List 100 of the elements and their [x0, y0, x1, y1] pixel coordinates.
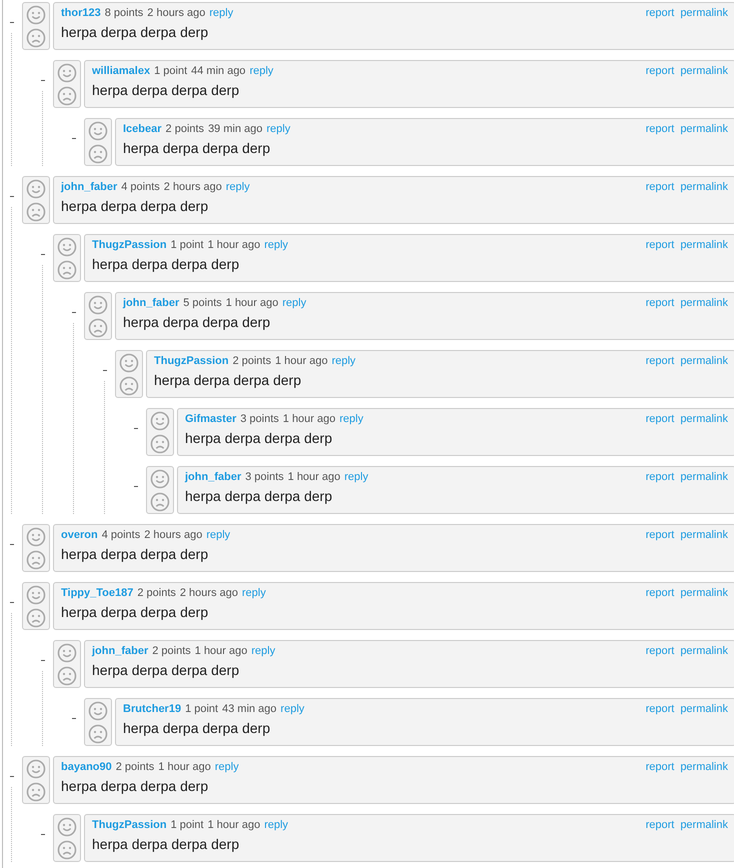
author-link[interactable]: thor123: [61, 7, 101, 19]
reply-link[interactable]: reply: [214, 761, 239, 773]
smiley-icon[interactable]: [119, 352, 139, 372]
frown-icon[interactable]: [57, 260, 77, 280]
author-link[interactable]: john_faber: [61, 181, 118, 193]
report-link[interactable]: report: [646, 239, 674, 251]
comment-text: herpa derpa derpa derp: [61, 604, 210, 620]
smiley-icon[interactable]: [26, 584, 46, 604]
author-link[interactable]: Gifmaster: [185, 413, 236, 425]
reply-link[interactable]: reply: [340, 413, 364, 425]
report-link[interactable]: report: [646, 819, 674, 831]
author-link[interactable]: ThugzPassion: [92, 239, 167, 251]
smiley-icon[interactable]: [88, 294, 108, 314]
report-link[interactable]: report: [646, 181, 674, 193]
time-label: 2 hours ago: [164, 181, 222, 193]
report-link[interactable]: report: [646, 529, 674, 541]
smiley-icon[interactable]: [57, 236, 77, 256]
author-link[interactable]: Brutcher19: [123, 703, 182, 715]
permalink-link[interactable]: permalink: [680, 703, 728, 715]
frown-icon[interactable]: [57, 840, 77, 860]
smiley-icon[interactable]: [88, 120, 108, 140]
frown-icon[interactable]: [150, 492, 170, 512]
frown-icon[interactable]: [88, 724, 108, 744]
permalink-link[interactable]: permalink: [680, 7, 728, 19]
author-link[interactable]: Icebear: [123, 123, 162, 135]
reply-link[interactable]: reply: [282, 297, 306, 309]
permalink-link[interactable]: permalink: [680, 587, 728, 599]
reply-link[interactable]: reply: [242, 587, 266, 599]
frown-icon[interactable]: [26, 202, 46, 222]
frown-icon[interactable]: [26, 28, 46, 48]
permalink-link[interactable]: permalink: [680, 413, 728, 425]
frown-icon[interactable]: [57, 86, 77, 106]
author-link[interactable]: williamalex: [92, 65, 150, 77]
reply-link[interactable]: reply: [251, 645, 276, 657]
smiley-icon[interactable]: [26, 4, 46, 24]
author-link[interactable]: overon: [61, 529, 98, 541]
reply-link[interactable]: reply: [226, 181, 250, 193]
permalink-link[interactable]: permalink: [680, 355, 728, 367]
report-link[interactable]: report: [646, 703, 674, 715]
smiley-icon[interactable]: [57, 816, 77, 836]
permalink-link[interactable]: permalink: [680, 819, 728, 831]
time-label: 1 hour ago: [208, 819, 260, 831]
smiley-icon[interactable]: [57, 62, 77, 82]
frown-icon[interactable]: [26, 782, 46, 802]
time-label: 2 hours ago: [147, 7, 206, 19]
smiley-icon[interactable]: [26, 758, 46, 778]
report-link[interactable]: report: [646, 7, 674, 19]
frown-icon[interactable]: [26, 550, 46, 570]
reply-link[interactable]: reply: [264, 819, 288, 831]
comment-text: herpa derpa derpa derp: [185, 488, 334, 504]
smiley-icon[interactable]: [150, 410, 170, 430]
permalink-link[interactable]: permalink: [680, 645, 728, 657]
points-label: 2 points: [232, 355, 272, 367]
frown-icon[interactable]: [57, 666, 77, 686]
reply-link[interactable]: reply: [206, 529, 230, 541]
reply-link[interactable]: reply: [344, 471, 368, 483]
report-link[interactable]: report: [646, 297, 674, 309]
permalink-link[interactable]: permalink: [680, 297, 728, 309]
permalink-link[interactable]: permalink: [680, 471, 728, 483]
permalink-link[interactable]: permalink: [680, 529, 728, 541]
author-link[interactable]: ThugzPassion: [92, 819, 167, 831]
reply-link[interactable]: reply: [266, 123, 290, 135]
smiley-icon[interactable]: [57, 642, 77, 662]
reply-link[interactable]: reply: [332, 355, 356, 367]
points-label: 4 points: [102, 529, 140, 541]
smiley-icon[interactable]: [88, 700, 108, 720]
smiley-icon[interactable]: [26, 178, 46, 198]
permalink-link[interactable]: permalink: [680, 761, 728, 773]
points-label: 2 points: [152, 645, 191, 657]
comment-text: herpa derpa derpa derp: [61, 24, 210, 40]
permalink-link[interactable]: permalink: [680, 65, 728, 77]
report-link[interactable]: report: [646, 413, 674, 425]
frown-icon[interactable]: [88, 318, 108, 338]
comment-text: herpa derpa derpa derp: [92, 836, 240, 852]
author-link[interactable]: john_faber: [185, 471, 242, 483]
frown-icon[interactable]: [119, 376, 139, 396]
permalink-link[interactable]: permalink: [680, 181, 728, 193]
smiley-icon[interactable]: [150, 468, 170, 488]
reply-link[interactable]: reply: [209, 7, 234, 19]
author-link[interactable]: ThugzPassion: [154, 355, 229, 367]
author-link[interactable]: bayano90: [61, 761, 112, 773]
report-link[interactable]: report: [646, 123, 674, 135]
report-link[interactable]: report: [646, 587, 674, 599]
permalink-link[interactable]: permalink: [680, 239, 728, 251]
report-link[interactable]: report: [646, 761, 674, 773]
frown-icon[interactable]: [150, 434, 170, 454]
smiley-icon[interactable]: [26, 526, 46, 546]
report-link[interactable]: report: [646, 645, 674, 657]
frown-icon[interactable]: [26, 608, 46, 628]
reply-link[interactable]: reply: [250, 65, 274, 77]
reply-link[interactable]: reply: [280, 703, 304, 715]
author-link[interactable]: john_faber: [123, 297, 180, 309]
report-link[interactable]: report: [646, 471, 674, 483]
author-link[interactable]: john_faber: [92, 645, 148, 657]
report-link[interactable]: report: [646, 65, 674, 77]
author-link[interactable]: Tippy_Toe187: [61, 587, 134, 599]
report-link[interactable]: report: [646, 355, 674, 367]
permalink-link[interactable]: permalink: [680, 123, 728, 135]
reply-link[interactable]: reply: [264, 239, 288, 251]
frown-icon[interactable]: [88, 144, 108, 164]
